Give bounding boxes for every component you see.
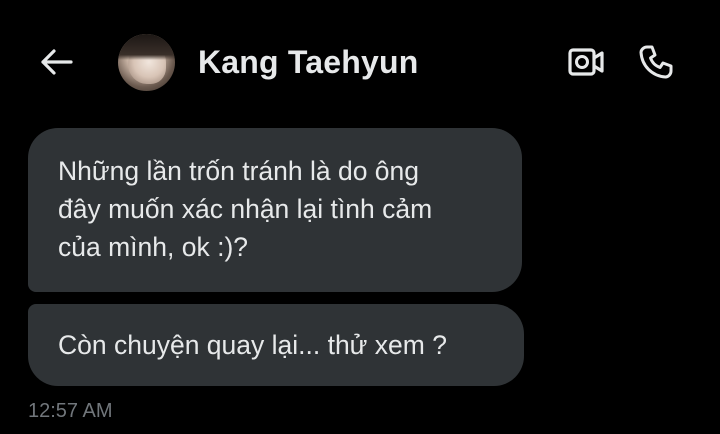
message-text-line: đây muốn xác nhận lại tình cảm — [58, 194, 433, 224]
message-bubble[interactable]: Những lần trốn tránh là do ông đây muốn … — [28, 128, 522, 292]
voice-call-button[interactable] — [636, 42, 676, 82]
avatar-hair — [118, 34, 175, 60]
back-button[interactable] — [36, 44, 76, 80]
video-call-button[interactable] — [566, 44, 606, 80]
arrow-left-icon — [41, 49, 73, 75]
contact-name[interactable]: Kang Taehyun — [198, 44, 419, 81]
message-text-line: của mình, ok :)? — [58, 232, 249, 262]
conversation-header: Kang Taehyun — [0, 0, 720, 120]
phone-icon — [639, 45, 673, 79]
message-text-line: Những lần trốn tránh là do ông — [58, 156, 420, 186]
avatar[interactable] — [118, 34, 175, 91]
message-bubble[interactable]: Còn chuyện quay lại... thử xem ? — [28, 304, 524, 386]
video-camera-icon — [568, 48, 604, 76]
message-timestamp: 12:57 AM — [28, 400, 113, 422]
message-text-line: Còn chuyện quay lại... thử xem ? — [58, 330, 447, 360]
